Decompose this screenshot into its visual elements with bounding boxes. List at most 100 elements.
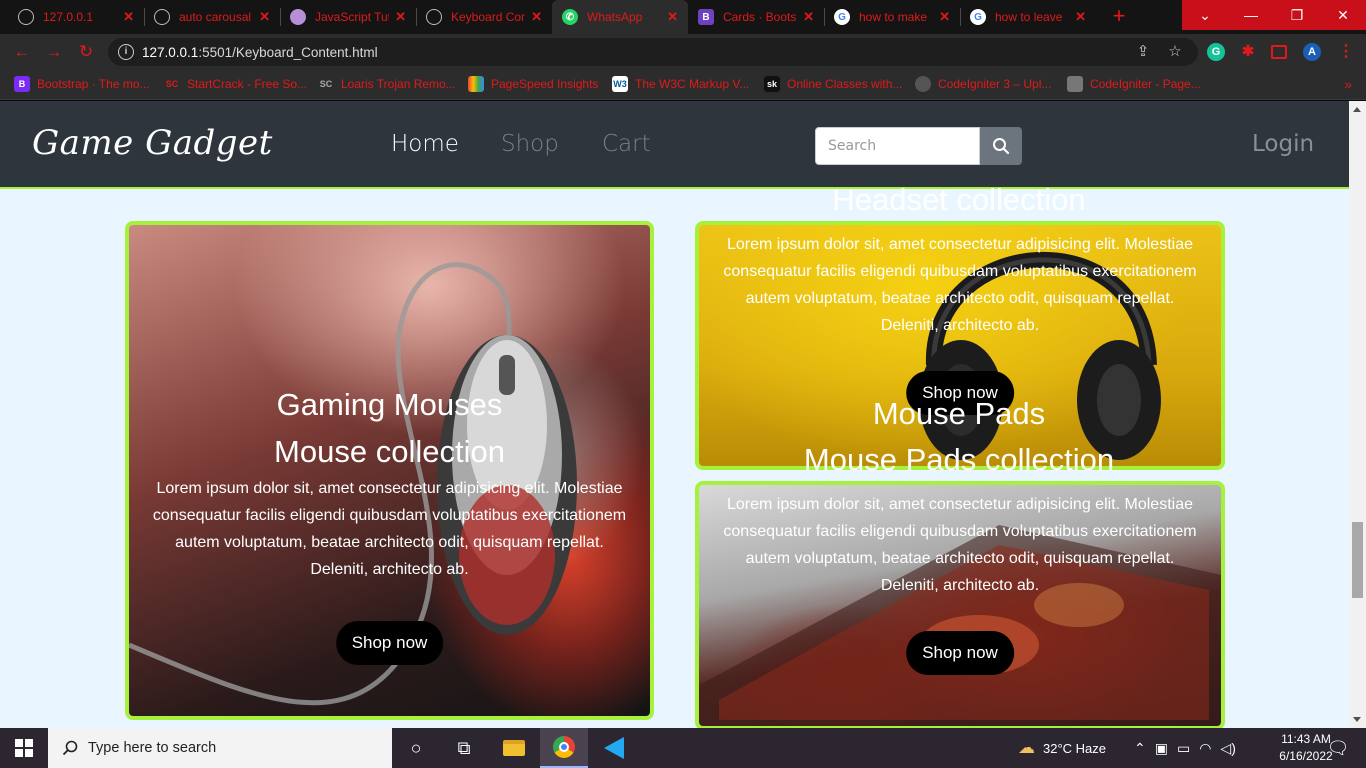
back-button[interactable]: ←	[10, 41, 34, 65]
tab-4[interactable]: Keyboard Con ✕	[416, 0, 552, 34]
restore-button[interactable]: ❐	[1274, 0, 1320, 30]
brand-logo[interactable]: Game Gadget	[32, 123, 273, 163]
pads-card-body: Lorem ipsum dolor sit, amet consectetur …	[723, 496, 1197, 594]
tab-6[interactable]: B Cards · Boots ✕	[688, 0, 824, 34]
startcrack-icon: SC	[165, 79, 179, 89]
meet-now-icon[interactable]: ▣	[1155, 740, 1168, 757]
tab-search-icon[interactable]: ⌄	[1182, 0, 1228, 30]
vscode-icon[interactable]	[590, 728, 638, 768]
bookmark-4[interactable]: PageSpeed Insights	[468, 76, 598, 92]
close-tab-icon[interactable]: ✕	[531, 9, 542, 25]
skillshare-icon: sk	[764, 76, 780, 92]
window-controls: ⌄ — ❐ ✕	[1182, 0, 1366, 30]
search-input[interactable]	[815, 127, 980, 165]
cortana-icon[interactable]: ○	[392, 728, 440, 768]
tab-1[interactable]: 127.0.0.1 ✕	[8, 0, 144, 34]
bookmark-1[interactable]: B Bootstrap · The mo...	[14, 76, 150, 92]
close-tab-icon[interactable]: ✕	[667, 9, 678, 25]
bookmark-6[interactable]: sk Online Classes with...	[764, 76, 902, 92]
extensions-icon[interactable]: ✱	[1239, 43, 1257, 61]
windows-taskbar: Type here to search ○ ⧉ ☁ 32°C Haze ⌃ ▣ …	[0, 728, 1366, 768]
pads-card-subheading: Mouse Pads collection	[803, 442, 1115, 477]
battery-icon[interactable]: ▭	[1177, 740, 1190, 757]
minimize-button[interactable]: —	[1228, 0, 1274, 30]
codeigniter-icon	[1067, 76, 1083, 92]
chrome-icon[interactable]	[540, 728, 588, 768]
headset-card-body: Lorem ipsum dolor sit, amet consectetur …	[723, 236, 1197, 334]
card-headset: Lorem ipsum dolor sit, amet consectetur …	[695, 221, 1225, 470]
wifi-icon[interactable]: ◠	[1199, 740, 1211, 757]
bookmark-7[interactable]: CodeIgniter 3 – Upl...	[915, 76, 1051, 92]
windows-logo-icon	[15, 739, 33, 757]
site-info-icon[interactable]: i	[118, 44, 134, 60]
volume-icon[interactable]: ◁)	[1220, 740, 1235, 757]
close-tab-icon[interactable]: ✕	[939, 9, 950, 25]
bootstrap-icon: B	[14, 76, 30, 92]
mouse-card-heading: Gaming Mouses	[276, 387, 503, 422]
nav-cart[interactable]: Cart	[602, 131, 651, 157]
file-explorer-icon[interactable]	[490, 728, 538, 768]
chevron-up-icon[interactable]: ⌃	[1134, 740, 1146, 757]
sidebar-icon[interactable]	[1271, 45, 1287, 59]
tab-3[interactable]: JavaScript Tut ✕	[280, 0, 416, 34]
address-bar[interactable]: i 127.0.0.1:5501/Keyboard_Content.html ⇪…	[108, 38, 1198, 66]
tab-5-active[interactable]: ✆ WhatsApp ✕	[552, 0, 688, 34]
nav-shop[interactable]: Shop	[501, 131, 559, 157]
search-icon	[993, 138, 1010, 155]
close-tab-icon[interactable]: ✕	[395, 9, 406, 25]
reload-button[interactable]: ↻	[74, 41, 98, 65]
mouse-shop-now-button[interactable]: Shop now	[335, 621, 444, 665]
pads-card-heading: Mouse Pads	[872, 396, 1046, 431]
new-tab-button[interactable]: +	[1106, 4, 1132, 30]
bookmark-8[interactable]: CodeIgniter - Page...	[1067, 76, 1201, 92]
weather-widget[interactable]: ☁ 32°C Haze	[1018, 728, 1106, 768]
scroll-down-icon[interactable]	[1353, 717, 1361, 722]
google-icon: G	[834, 9, 850, 25]
mouse-card-subheading: Mouse collection	[274, 434, 505, 469]
globe-icon	[426, 9, 442, 25]
close-tab-icon[interactable]: ✕	[123, 9, 134, 25]
pads-card-text: Lorem ipsum dolor sit, amet consectetur …	[699, 491, 1221, 599]
site-navbar: Game Gadget Home Shop Cart Login	[0, 101, 1349, 189]
login-link[interactable]: Login	[1252, 131, 1314, 157]
tab-2[interactable]: auto carousal ✕	[144, 0, 280, 34]
nav-home[interactable]: Home	[391, 131, 459, 157]
bookmark-2[interactable]: SC StartCrack - Free So...	[164, 76, 307, 92]
bookmark-5[interactable]: W3 The W3C Markup V...	[612, 76, 749, 92]
notifications-icon[interactable]: 🗨	[1318, 728, 1358, 768]
bookmark-star-icon[interactable]: ☆	[1166, 43, 1184, 61]
close-tab-icon[interactable]: ✕	[1075, 9, 1086, 25]
pads-shop-now-button[interactable]: Shop now	[906, 631, 1014, 675]
globe-icon	[18, 9, 34, 25]
taskbar-search-box[interactable]: Type here to search	[48, 728, 392, 768]
mouse-card-body: Lorem ipsum dolor sit, amet consectetur …	[152, 480, 627, 578]
profile-avatar[interactable]: A	[1303, 43, 1321, 61]
tab-8[interactable]: G how to leave ✕	[960, 0, 1096, 34]
close-window-button[interactable]: ✕	[1320, 0, 1366, 30]
close-tab-icon[interactable]: ✕	[803, 9, 814, 25]
globe-icon	[154, 9, 170, 25]
card-mouse-pads: Lorem ipsum dolor sit, amet consectetur …	[695, 481, 1225, 728]
start-button[interactable]	[0, 728, 48, 768]
url-text[interactable]: 127.0.0.1:5501/Keyboard_Content.html	[142, 45, 378, 60]
bookmark-3[interactable]: SC Loaris Trojan Remo...	[318, 76, 456, 92]
headset-card-heading: Headset collection	[832, 182, 1086, 217]
scrollbar-thumb[interactable]	[1352, 522, 1363, 598]
forward-button[interactable]: →	[42, 41, 66, 65]
tab-7[interactable]: G how to make ✕	[824, 0, 960, 34]
share-icon[interactable]: ⇪	[1134, 43, 1152, 61]
task-view-icon[interactable]: ⧉	[440, 728, 488, 768]
chevron-right-icon[interactable]: »	[1344, 76, 1352, 92]
search-button[interactable]	[980, 127, 1022, 165]
taskbar-search-placeholder: Type here to search	[88, 740, 217, 756]
close-tab-icon[interactable]: ✕	[259, 9, 270, 25]
mouse-card-text: Gaming Mouses Mouse collection Lorem ips…	[129, 381, 650, 583]
menu-kebab-icon[interactable]: ⋮	[1337, 43, 1355, 61]
weather-text: 32°C Haze	[1043, 740, 1107, 756]
system-tray: ⌃ ▣ ▭ ◠ ◁)	[1134, 728, 1236, 768]
pagespeed-icon	[468, 76, 484, 92]
scroll-up-icon[interactable]	[1353, 107, 1361, 112]
page-scrollbar[interactable]	[1349, 101, 1366, 728]
grammarly-icon[interactable]: G	[1207, 43, 1225, 61]
search-icon	[62, 740, 78, 756]
